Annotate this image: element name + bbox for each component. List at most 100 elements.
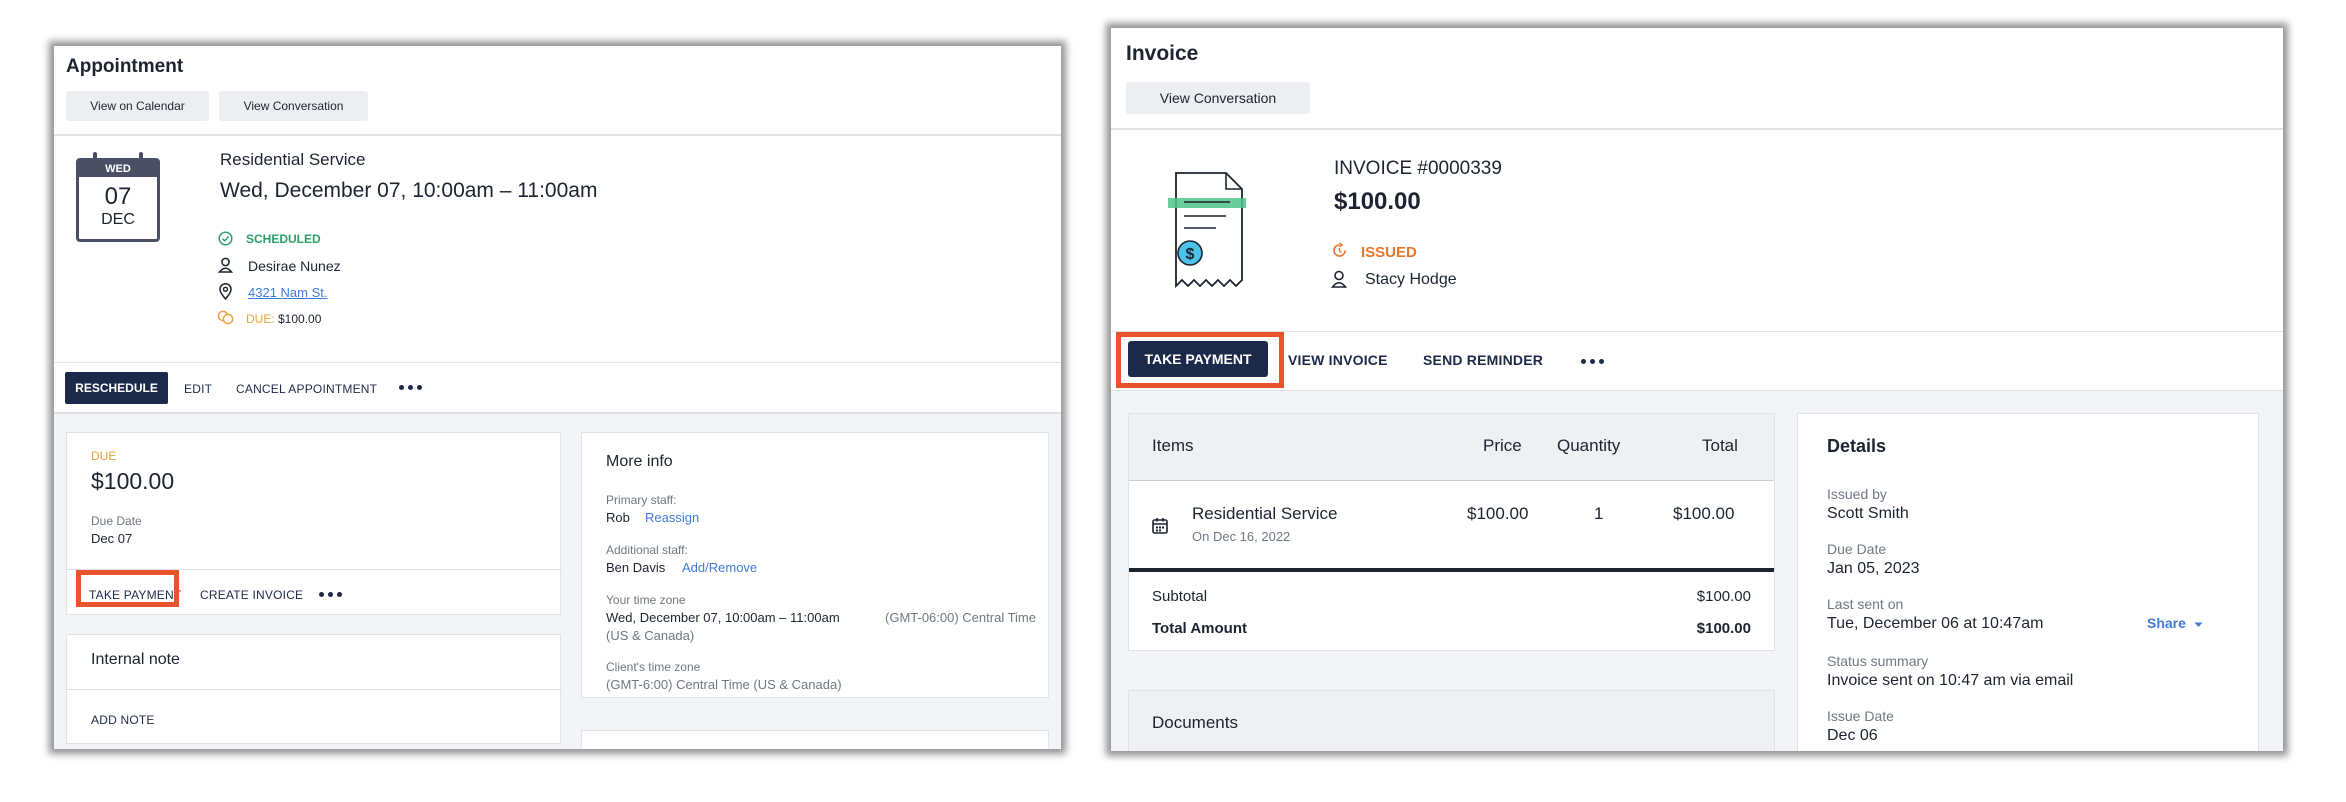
due-date-label: Due Date [1827, 541, 1887, 557]
service-name: Residential Service [220, 150, 366, 169]
issued-by-label: Issued by [1827, 486, 1887, 502]
invoice-panel: Invoice View Conversation $ INVOICE #000… [1111, 28, 2283, 751]
edit-button[interactable]: EDIT [184, 382, 212, 396]
appointment-datetime: Wed, December 07, 10:00am – 11:00am [220, 179, 598, 202]
items-divider [1129, 568, 1774, 572]
status-badge: SCHEDULED [246, 232, 321, 246]
client-timezone: (GMT-6:00) Central Time (US & Canada) [606, 677, 842, 692]
page-title: Appointment [66, 56, 184, 77]
divider [67, 569, 562, 570]
client-name: Stacy Hodge [1365, 271, 1457, 288]
details-title: Details [1827, 436, 1887, 456]
column-header-quantity: Quantity [1557, 436, 1621, 455]
item-date: On Dec 16, 2022 [1192, 529, 1291, 544]
add-note-button[interactable]: ADD NOTE [91, 713, 155, 727]
due-card-amount: $100.00 [91, 468, 175, 494]
item-price: $100.00 [1467, 504, 1529, 523]
take-payment-button[interactable]: TAKE PAYMENT [1128, 341, 1268, 377]
status-badge: ISSUED [1361, 244, 1417, 261]
invoice-number: INVOICE #0000339 [1334, 158, 1502, 179]
due-label: DUE: [246, 312, 275, 326]
additional-staff: Ben Davis [606, 560, 666, 575]
due-amount: $100.00 [278, 312, 322, 326]
item-name: Residential Service [1192, 504, 1338, 523]
last-sent-label: Last sent on [1827, 596, 1904, 612]
your-timezone-zone-cont: (US & Canada) [606, 628, 695, 643]
due-card-label: DUE [91, 449, 117, 463]
internal-note-title: Internal note [91, 651, 180, 668]
divider [54, 362, 1061, 363]
calendar-date-icon: WED 07 DEC [76, 152, 160, 242]
share-label: Share [2147, 615, 2186, 631]
issued-by: Scott Smith [1827, 505, 1909, 522]
create-invoice-button[interactable]: CREATE INVOICE [200, 588, 303, 602]
add-remove-link[interactable]: Add/Remove [682, 560, 757, 575]
view-invoice-button[interactable]: VIEW INVOICE [1288, 352, 1388, 368]
your-timezone-zone: (GMT-06:00) Central Time [885, 610, 1036, 625]
reschedule-button[interactable]: RESCHEDULE [65, 372, 168, 404]
item-quantity: 1 [1594, 504, 1604, 523]
svg-text:$: $ [1186, 246, 1195, 263]
your-timezone-time: Wed, December 07, 10:00am – 11:00am [606, 610, 840, 625]
documents-card: Documents [1128, 690, 1775, 751]
invoice-receipt-icon: $ [1166, 170, 1251, 292]
calendar-day: 07 [104, 183, 132, 210]
status-summary: Invoice sent on 10:47 am via email [1827, 672, 2074, 689]
total-amount-value: $100.00 [1696, 620, 1751, 637]
view-on-calendar-button[interactable]: View on Calendar [66, 91, 209, 121]
client-timezone-label: Client's time zone [606, 660, 701, 674]
more-info-card: More info Primary staff: Rob Reassign Ad… [581, 432, 1049, 698]
divider [54, 134, 1061, 136]
share-button[interactable]: Share [2147, 615, 2203, 631]
take-payment-button[interactable]: TAKE PAYMENT [89, 588, 181, 602]
details-card: Details Issued by Scott Smith Due Date J… [1797, 413, 2259, 751]
issue-date-label: Issue Date [1827, 708, 1894, 724]
due-date: Jan 05, 2023 [1827, 560, 1920, 577]
due-card: DUE $100.00 Due Date Dec 07 TAKE PAYMENT… [66, 432, 562, 615]
appointment-panel: Appointment View on Calendar View Conver… [54, 46, 1061, 749]
your-timezone-label: Your time zone [606, 593, 686, 607]
issue-date: Dec 06 [1827, 727, 1878, 744]
more-actions-icon[interactable] [319, 592, 342, 597]
map-pin-icon [218, 283, 233, 301]
primary-staff-label: Primary staff: [606, 493, 677, 507]
subtotal-value: $100.00 [1696, 588, 1751, 605]
page-title: Invoice [1126, 42, 1199, 65]
user-icon [217, 257, 234, 273]
issued-status-icon [1331, 242, 1348, 259]
client-name: Desirae Nunez [248, 258, 341, 274]
more-actions-icon[interactable] [1581, 359, 1604, 364]
chevron-down-icon [2194, 615, 2203, 631]
divider [67, 689, 562, 690]
column-header-total: Total [1702, 436, 1738, 455]
coins-icon [217, 310, 234, 325]
next-card [581, 730, 1049, 749]
column-header-items: Items [1152, 436, 1194, 455]
calendar-month: DEC [101, 211, 135, 228]
cancel-appointment-button[interactable]: CANCEL APPOINTMENT [236, 382, 377, 396]
due-date: Dec 07 [91, 531, 133, 546]
due-date-label: Due Date [91, 514, 142, 528]
subtotal-label: Subtotal [1152, 588, 1208, 605]
invoice-amount: $100.00 [1334, 188, 1421, 215]
documents-title: Documents [1152, 713, 1238, 732]
primary-staff: Rob [606, 510, 630, 525]
additional-staff-label: Additional staff: [606, 543, 688, 557]
table-row[interactable]: Residential Service On Dec 16, 2022 $100… [1129, 481, 1774, 567]
address-link[interactable]: 4321 Nam St. [248, 285, 328, 300]
user-icon [1330, 270, 1348, 288]
view-conversation-button[interactable]: View Conversation [219, 91, 368, 121]
more-actions-icon[interactable] [399, 385, 422, 390]
items-table: Items Price Quantity Total Residential S… [1128, 413, 1775, 651]
reassign-link[interactable]: Reassign [645, 510, 699, 525]
send-reminder-button[interactable]: SEND REMINDER [1423, 352, 1543, 368]
internal-note-card: Internal note ADD NOTE [66, 634, 562, 744]
check-circle-icon [218, 231, 233, 246]
last-sent: Tue, December 06 at 10:47am [1827, 615, 2044, 632]
divider [1111, 128, 2283, 130]
items-table-header [1129, 414, 1774, 480]
column-header-price: Price [1483, 436, 1522, 455]
calendar-icon [1152, 517, 1168, 534]
item-total: $100.00 [1673, 504, 1735, 523]
view-conversation-button[interactable]: View Conversation [1126, 82, 1310, 114]
